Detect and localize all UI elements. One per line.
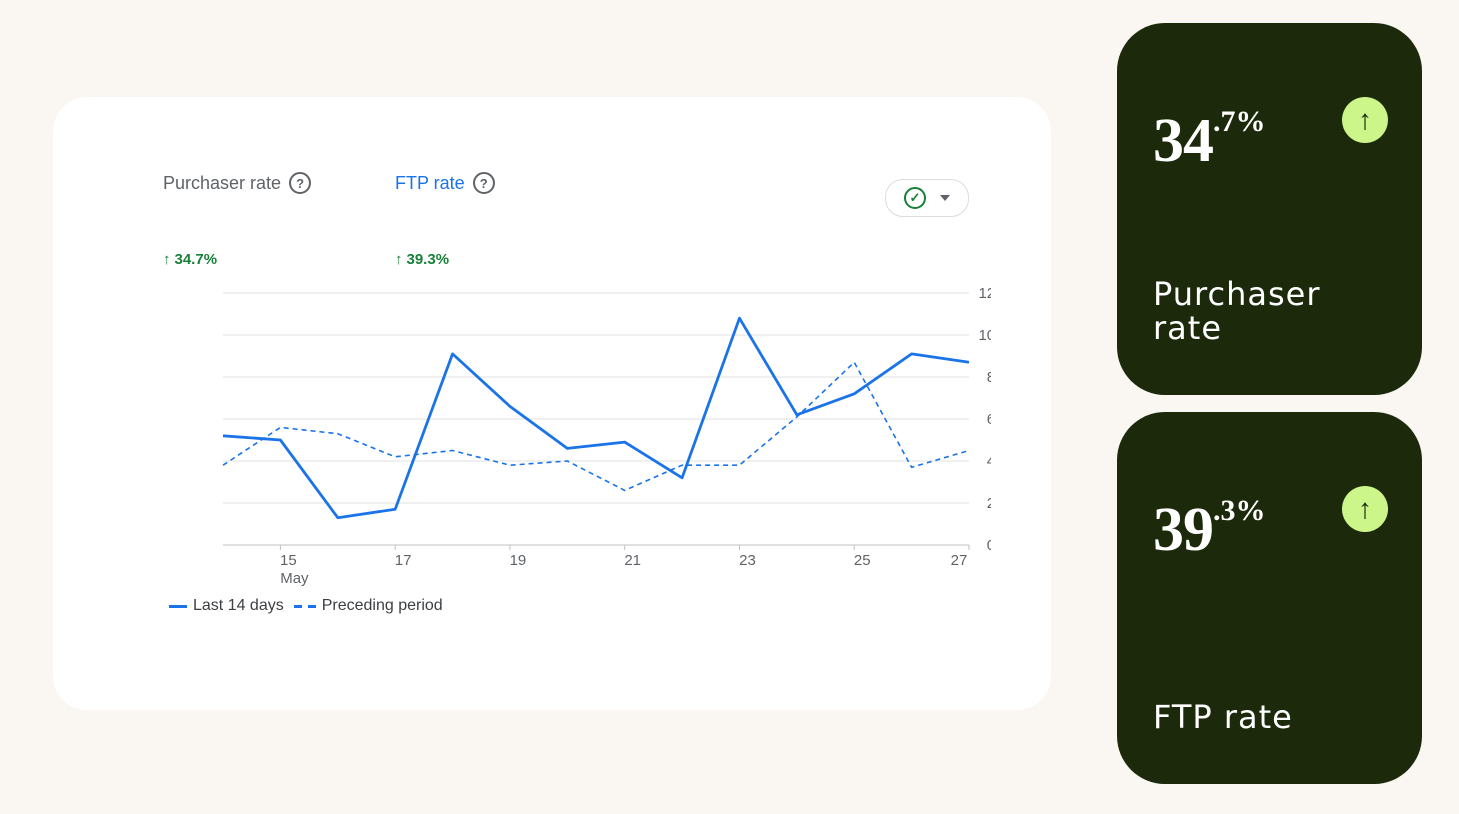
x-tick-label: 27 [951,552,968,569]
chart-legend: Last 14 days Preceding period [169,597,443,615]
kpi-card-purchaser-rate: 34.7% ↑ Purchaser rate [1117,23,1422,395]
y-tick-label: 4.0% [987,453,991,470]
x-tick-label: 15 [280,552,297,569]
x-tick-label: 25 [854,552,871,569]
y-tick-label: 8.0% [987,369,991,386]
chart-area: Purchaser rate ? FTP rate ? ↑ 34.7% ↑ 39… [161,157,991,633]
kpi-label: FTP rate [1153,698,1293,736]
legend-label: Last 14 days [193,597,284,614]
kpi-label: Purchaser rate [1153,275,1321,347]
kpi-card-ftp-rate: 39.3% ↑ FTP rate [1117,412,1422,784]
analytics-panel: Purchaser rate ? FTP rate ? ↑ 34.7% ↑ 39… [53,97,1051,710]
legend-label: Preceding period [321,597,443,614]
legend-item-current[interactable]: Last 14 days [169,597,284,615]
legend-swatch-solid [169,604,187,608]
y-tick-label: 10.0% [978,327,991,344]
y-tick-label: 12.0% [978,285,991,302]
series-line-last-14-days [222,316,970,520]
y-tick-label: 0.0% [987,537,991,554]
legend-item-previous[interactable]: Preceding period [293,597,443,615]
series-line-preceding-period [222,361,970,492]
x-tick-label: 21 [624,552,641,569]
kpi-value-sup: .7% [1213,105,1266,138]
x-tick-label: 23 [739,552,756,569]
legend-swatch-dashed [293,604,316,608]
arrow-up-icon: ↑ [1342,97,1388,143]
kpi-value-main: 39 [1153,496,1214,564]
x-sublabel: May [280,570,309,587]
x-tick-label: 17 [395,552,412,569]
x-tick-label: 19 [510,552,527,569]
y-tick-label: 2.0% [987,495,991,512]
kpi-value: 34.7% [1153,87,1266,176]
kpi-value-main: 34 [1153,107,1214,175]
arrow-up-icon: ↑ [1342,486,1388,532]
kpi-value-sup: .3% [1213,494,1266,527]
kpi-value: 39.3% [1153,476,1266,565]
y-tick-label: 6.0% [987,411,991,428]
line-chart: 0.0% 2.0% 4.0% 6.0% 8.0% 10.0% 12.0% 15 17 19 21 23… [222,285,991,587]
